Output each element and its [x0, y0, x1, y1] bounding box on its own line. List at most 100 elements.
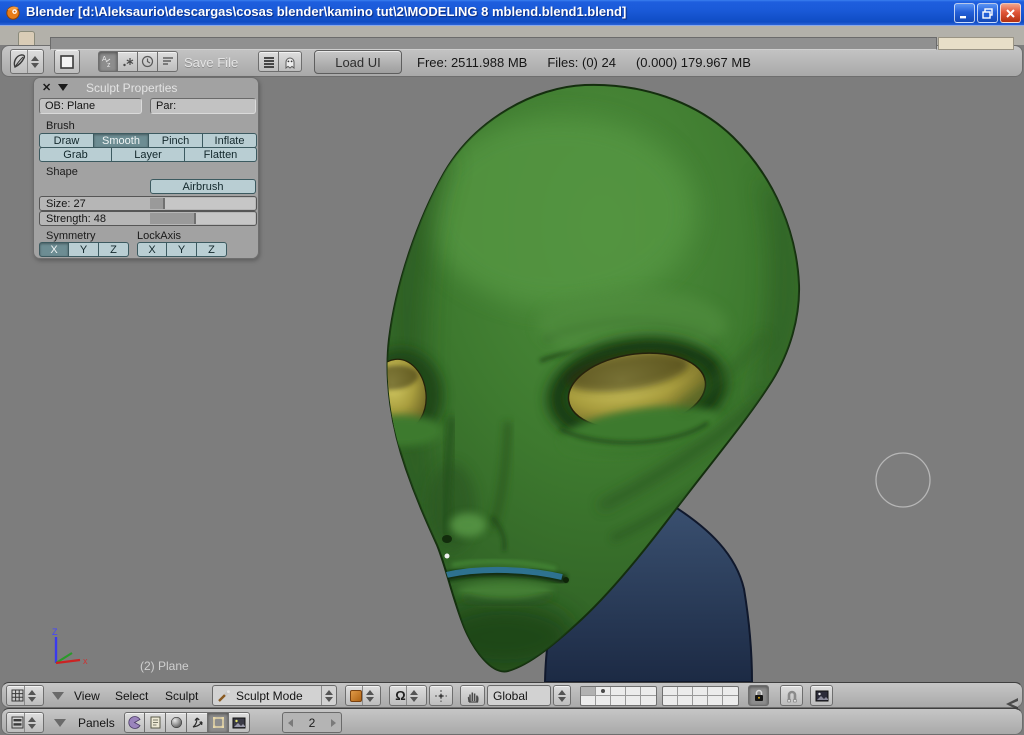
axis-x-label: x	[83, 656, 88, 666]
editor-type-spinner[interactable]	[27, 50, 42, 73]
ob-name-field[interactable]: OB: Plane	[39, 98, 142, 114]
menu-select[interactable]: Select	[115, 689, 148, 703]
snap-button[interactable]	[780, 685, 803, 706]
layer-4[interactable]	[626, 687, 641, 696]
brush-strength-slider[interactable]: Strength: 48	[39, 211, 257, 226]
mode-dropdown[interactable]: Sculpt Mode	[212, 685, 337, 706]
symmetry-y-button[interactable]: Y	[69, 242, 99, 257]
object-context-button[interactable]	[187, 712, 208, 733]
orientation-spinner-button[interactable]	[553, 685, 571, 706]
brush-layer-button[interactable]: Layer	[112, 147, 185, 162]
panels-menu-collapse-icon[interactable]	[54, 719, 66, 727]
hand-icon	[467, 692, 479, 703]
layer-18[interactable]	[693, 696, 708, 705]
panel-close-icon[interactable]: ✕	[42, 81, 51, 94]
lock-layers-button[interactable]	[748, 685, 769, 706]
layer-9[interactable]	[708, 687, 723, 696]
layer-6[interactable]	[663, 687, 678, 696]
size-slider-track[interactable]	[150, 198, 255, 209]
panel-collapse-icon[interactable]	[58, 84, 68, 91]
frame-number-field[interactable]: 2	[282, 712, 342, 733]
symmetry-x-button[interactable]: X	[39, 242, 69, 257]
show-hidden-button[interactable]	[279, 51, 302, 72]
render-preview-button[interactable]	[810, 685, 833, 706]
brush-grab-button[interactable]: Grab	[39, 147, 112, 162]
window-split-grip[interactable]	[1002, 696, 1020, 712]
layer-8[interactable]	[693, 687, 708, 696]
editor-type-buttons-button[interactable]	[6, 712, 44, 733]
sculpt-properties-panel[interactable]: ✕ Sculpt Properties OB: Plane Par: Brush…	[33, 77, 259, 259]
layer-7[interactable]	[678, 687, 693, 696]
frame-increment-icon[interactable]	[331, 718, 336, 727]
draw-type-button[interactable]	[345, 685, 381, 706]
manipulator-button[interactable]	[429, 685, 453, 706]
airbrush-toggle-button[interactable]: Airbrush	[150, 179, 256, 194]
transform-manipulator-toggle[interactable]	[460, 685, 485, 706]
buttons-editor-spinner[interactable]	[24, 713, 39, 732]
layer-12[interactable]	[596, 696, 611, 705]
sort-time-button[interactable]	[138, 51, 158, 72]
mem-usage-stat: (0.000) 179.967 MB	[635, 55, 751, 70]
sort-extension-button[interactable]	[118, 51, 138, 72]
close-button[interactable]	[1000, 3, 1021, 23]
layer-14[interactable]	[626, 696, 641, 705]
lockaxis-x-button[interactable]: X	[137, 242, 167, 257]
logic-context-button[interactable]	[124, 712, 145, 733]
list-view-button[interactable]	[258, 51, 279, 72]
3d-viewport[interactable]: ✕ Sculpt Properties OB: Plane Par: Brush…	[0, 77, 1024, 682]
pivot-spinner[interactable]	[405, 686, 421, 705]
restore-button[interactable]	[977, 3, 998, 23]
script-icon	[150, 716, 160, 729]
scene-image-icon	[232, 717, 246, 728]
layer-15[interactable]	[641, 696, 656, 705]
brush-size-slider[interactable]: Size: 27	[39, 196, 257, 211]
symmetry-z-button[interactable]: Z	[99, 242, 129, 257]
pivot-point-button[interactable]: Ω	[389, 685, 427, 706]
editor-type-3dview-button[interactable]	[6, 685, 44, 706]
menu-sculpt[interactable]: Sculpt	[165, 689, 198, 703]
layer-17[interactable]	[678, 696, 693, 705]
lockaxis-y-button[interactable]: Y	[167, 242, 197, 257]
layer-grid-2	[662, 686, 739, 706]
load-ui-button[interactable]: Load UI	[314, 50, 402, 74]
sort-alphabetical-button[interactable]: A z	[98, 51, 118, 72]
layer-13[interactable]	[611, 696, 626, 705]
titlebar[interactable]: Blender [d:\Aleksaurio\descargas\cosas b…	[0, 0, 1024, 25]
layer-20[interactable]	[723, 696, 738, 705]
frame-decrement-icon[interactable]	[288, 718, 293, 727]
parent-field[interactable]: Par:	[150, 98, 256, 114]
menu-view[interactable]: View	[74, 689, 100, 703]
layer-16[interactable]	[663, 696, 678, 705]
brush-draw-button[interactable]: Draw	[39, 133, 94, 148]
strength-slider-track[interactable]	[150, 213, 255, 224]
layer-1[interactable]	[581, 687, 596, 696]
fullscreen-toggle-button[interactable]	[54, 49, 80, 74]
layer-2[interactable]	[596, 687, 611, 696]
active-object-info: (2) Plane	[140, 659, 189, 673]
layer-10[interactable]	[723, 687, 738, 696]
shading-context-button[interactable]	[166, 712, 187, 733]
brush-inflate-button[interactable]: Inflate	[203, 133, 257, 148]
draw-type-spinner[interactable]	[361, 686, 377, 705]
lockaxis-z-button[interactable]: Z	[197, 242, 227, 257]
scene-context-button[interactable]	[229, 712, 250, 733]
panels-menu[interactable]: Panels	[78, 716, 115, 730]
mode-dropdown-spinner[interactable]	[321, 686, 336, 705]
script-context-button[interactable]	[145, 712, 166, 733]
orientation-dropdown[interactable]: Global	[487, 685, 551, 706]
layer-3[interactable]	[611, 687, 626, 696]
minimize-button[interactable]	[954, 3, 975, 23]
brush-pinch-button[interactable]: Pinch	[149, 133, 203, 148]
brush-flatten-button[interactable]: Flatten	[185, 147, 257, 162]
layer-11[interactable]	[581, 696, 596, 705]
file-scrollbar[interactable]	[938, 37, 1014, 50]
3dview-editor-spinner[interactable]	[24, 686, 39, 705]
brush-row-1: Draw Smooth Pinch Inflate	[39, 133, 257, 148]
sort-size-button[interactable]	[158, 51, 178, 72]
brush-smooth-button[interactable]: Smooth	[94, 133, 149, 148]
layer-19[interactable]	[708, 696, 723, 705]
editing-context-button[interactable]	[208, 712, 229, 733]
editor-type-button[interactable]	[10, 49, 44, 74]
menu-collapse-icon[interactable]	[52, 692, 64, 700]
layer-5[interactable]	[641, 687, 656, 696]
